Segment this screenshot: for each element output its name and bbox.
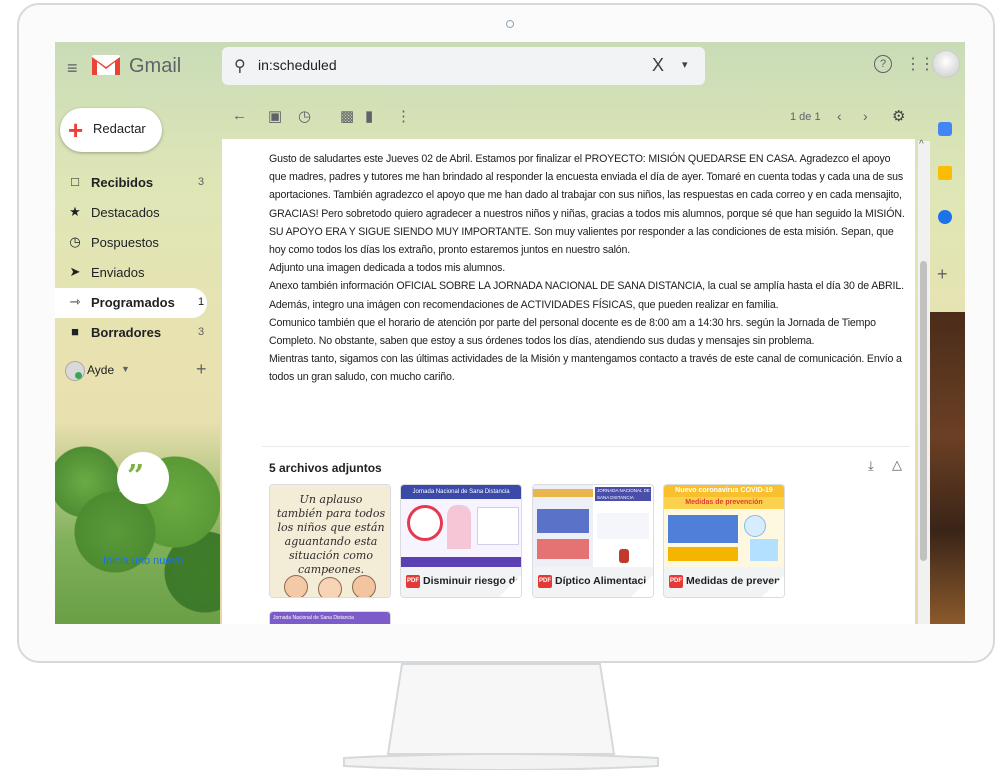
draft-icon: ■ xyxy=(71,324,79,339)
thumbnail-title: Nuevo coronavirus COVID-19 xyxy=(664,485,784,497)
compose-button[interactable]: + Redactar xyxy=(60,108,162,152)
online-status-icon xyxy=(75,372,82,379)
scroll-up-icon[interactable]: ^ xyxy=(919,139,924,150)
attachment-thumbnail: Nuevo coronavirus COVID-19 Medidas de pr… xyxy=(664,485,784,567)
star-icon: ★ xyxy=(69,204,81,219)
sidebar-item-label: Enviados xyxy=(91,265,145,280)
thumbnail-title: Jornada Nacional de Sana Distancia xyxy=(401,485,521,499)
webcam xyxy=(506,20,514,28)
quote-icon: ” xyxy=(127,459,145,494)
email-paragraph: Anexo también información OFICIAL SOBRE … xyxy=(269,280,904,293)
page-fold xyxy=(762,575,784,597)
pdf-icon: PDF xyxy=(406,575,420,588)
send-icon: ➤ xyxy=(69,264,81,279)
attachment-tile[interactable]: Un aplauso también para todos los niños … xyxy=(269,484,391,598)
move-to-inbox-icon[interactable]: ▣ xyxy=(268,107,282,125)
inbox-icon: □ xyxy=(71,174,79,189)
next-page-icon[interactable]: › xyxy=(863,108,868,124)
attachment-tile[interactable]: Jornada Nacional de Sana Distancia xyxy=(269,611,391,624)
more-options-icon[interactable]: ⋮ xyxy=(396,107,411,125)
sidebar-item-label: Pospuestos xyxy=(91,235,159,250)
sidebar-item-sent[interactable]: ➤ Enviados xyxy=(55,258,207,288)
email-body: Gusto de saludartes este Jueves 02 de Ab… xyxy=(269,150,909,387)
save-to-drive-icon[interactable]: △ xyxy=(892,457,902,473)
download-all-icon[interactable]: ⤓ xyxy=(868,458,874,474)
sidebar-item-label: Borradores xyxy=(91,325,162,340)
main-menu-icon[interactable]: ≡ xyxy=(67,58,78,79)
compose-label: Redactar xyxy=(93,121,146,136)
sidebar-item-inbox[interactable]: □ Recibidos 3 xyxy=(55,168,207,198)
sidebar-item-starred[interactable]: ★ Destacados xyxy=(55,198,207,228)
help-icon[interactable]: ? xyxy=(874,55,892,73)
clock-icon: ◷ xyxy=(69,234,81,249)
sidebar-nav: □ Recibidos 3 ★ Destacados ◷ Pospuestos … xyxy=(55,168,220,348)
search-input[interactable]: in:scheduled xyxy=(258,57,337,73)
tasks-icon[interactable] xyxy=(938,210,952,224)
chevron-down-icon[interactable]: ▼ xyxy=(121,364,130,374)
search-bar[interactable]: ⚲ in:scheduled X ▾ xyxy=(222,47,705,85)
email-view: Gusto de saludartes este Jueves 02 de Ab… xyxy=(222,139,915,624)
app-name: Gmail xyxy=(129,55,182,77)
calendar-icon[interactable] xyxy=(938,122,952,136)
move-to-icon[interactable]: ▩ xyxy=(340,107,354,125)
add-contact-icon[interactable]: + xyxy=(196,359,207,380)
sidebar-item-label: Recibidos xyxy=(91,175,154,190)
sidebar-item-scheduled[interactable]: ⇾ Programados 1 xyxy=(55,288,207,318)
unread-count: 3 xyxy=(198,176,205,188)
scheduled-icon: ⇾ xyxy=(69,294,81,309)
divider xyxy=(262,446,910,447)
email-paragraph: Mientras tanto, sigamos con las últimas … xyxy=(269,353,902,384)
thumbnail-title: Jornada Nacional de Sana Distancia xyxy=(270,612,390,624)
email-paragraph: Adjunto una imagen dedicada a todos mis … xyxy=(269,262,506,275)
attachment-thumbnail: Un aplauso también para todos los niños … xyxy=(270,485,390,597)
page-fold xyxy=(499,575,521,597)
sidebar-item-snoozed[interactable]: ◷ Pospuestos xyxy=(55,228,207,258)
drafts-count: 3 xyxy=(198,326,205,338)
thumbnail-title: JORNADA NACIONAL DE SANA DISTANCIA xyxy=(595,487,651,501)
settings-gear-icon[interactable]: ⚙ xyxy=(892,107,905,125)
hangouts-user[interactable]: Ayde ▼ + xyxy=(63,359,213,384)
start-chat-link[interactable]: Inicia uno nuevo xyxy=(103,555,183,567)
top-bar: ≡ Gmail ⚲ in:scheduled X ▾ ? ⋮⋮⋮ xyxy=(55,42,965,94)
user-name: Ayde xyxy=(87,363,115,377)
monitor-stand xyxy=(343,663,659,770)
compose-plus-icon: + xyxy=(68,115,84,145)
email-paragraph: Comunico también que el horario de atenc… xyxy=(269,316,876,348)
snooze-icon[interactable]: ◷ xyxy=(298,107,311,125)
page-count: 1 de 1 xyxy=(790,111,821,123)
sidebar-item-label: Destacados xyxy=(91,205,160,220)
gmail-logo-icon[interactable] xyxy=(91,52,121,78)
thumbnail-subtitle: Medidas de prevención xyxy=(664,497,784,509)
attachment-tile[interactable]: JORNADA NACIONAL DE SANA DISTANCIA PDF D… xyxy=(532,484,654,598)
attachment-thumbnail: Jornada Nacional de Sana Distancia xyxy=(401,485,521,567)
attachment-thumbnail: Jornada Nacional de Sana Distancia xyxy=(270,612,390,624)
clear-search-icon[interactable]: X xyxy=(652,55,664,76)
side-panel: + xyxy=(928,104,965,624)
label-icon[interactable]: ▮ xyxy=(365,107,373,125)
page-fold xyxy=(631,575,653,597)
back-arrow-icon[interactable]: ← xyxy=(232,107,247,124)
email-paragraph: Además, integro una imágen con recomenda… xyxy=(269,298,779,311)
scroll-thumb[interactable] xyxy=(920,261,927,561)
attachment-tile[interactable]: Nuevo coronavirus COVID-19 Medidas de pr… xyxy=(663,484,785,598)
sidebar-item-label: Programados xyxy=(91,295,175,310)
message-toolbar: ← ▣ ◷ ▩ ▮ ⋮ 1 de 1 ‹ › ⚙ xyxy=(222,104,922,132)
pdf-icon: PDF xyxy=(669,575,683,588)
sidebar-item-drafts[interactable]: ■ Borradores 3 xyxy=(55,318,207,348)
pdf-icon: PDF xyxy=(538,575,552,588)
attachment-tile[interactable]: Jornada Nacional de Sana Distancia PDF D… xyxy=(400,484,522,598)
thumbnail-text: Un aplauso también para todos los niños … xyxy=(276,493,386,576)
screen: ≡ Gmail ⚲ in:scheduled X ▾ ? ⋮⋮⋮ + Redac… xyxy=(55,42,965,624)
attachment-thumbnail: JORNADA NACIONAL DE SANA DISTANCIA xyxy=(533,485,653,567)
search-icon[interactable]: ⚲ xyxy=(234,56,246,76)
previous-page-icon[interactable]: ‹ xyxy=(837,108,842,124)
keep-icon[interactable] xyxy=(938,166,952,180)
add-on-plus-icon[interactable]: + xyxy=(937,264,948,285)
attachments-heading: 5 archivos adjuntos xyxy=(269,461,382,475)
scheduled-count: 1 xyxy=(198,296,205,308)
user-avatar xyxy=(65,361,85,381)
search-options-icon[interactable]: ▾ xyxy=(682,58,688,71)
account-avatar[interactable] xyxy=(932,50,960,78)
email-paragraph: Gusto de saludartes este Jueves 02 de Ab… xyxy=(269,153,905,257)
